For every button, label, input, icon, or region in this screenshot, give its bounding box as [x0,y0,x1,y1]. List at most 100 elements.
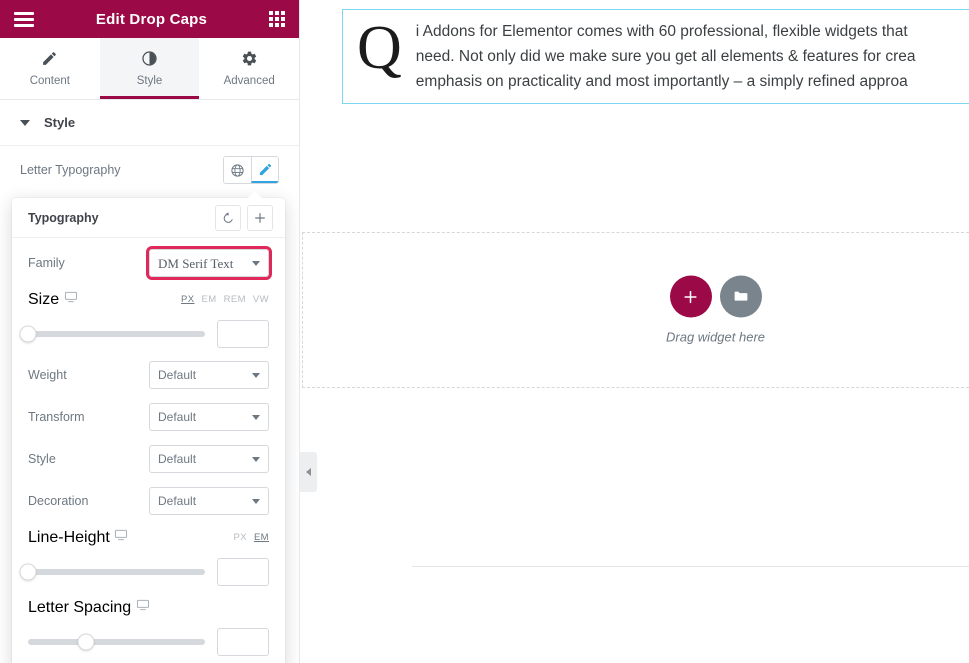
style-select-wrapper: Default [149,445,269,473]
globe-icon-button[interactable] [224,157,251,183]
section-style-title: Style [44,115,76,130]
apps-grid-button[interactable] [269,11,285,27]
decoration-label: Decoration [28,494,89,508]
size-unit-px[interactable]: PX [181,294,194,305]
tab-advanced-label: Advanced [223,75,275,87]
line-height-input[interactable] [217,558,269,586]
style-select[interactable]: Default [149,445,269,473]
letter-typography-label: Letter Typography [20,163,121,177]
letter-spacing-label: Letter Spacing [28,598,150,617]
line-height-unit-em[interactable]: EM [254,532,269,543]
field-transform: Transform Default [28,396,269,438]
folder-icon [734,291,747,301]
template-library-button[interactable] [719,275,762,318]
line-height-label: Line-Height [28,528,128,547]
field-size-slider-row [19,314,269,354]
size-unit-rem[interactable]: REM [224,294,246,305]
field-size-header: Size PX EM REM VW [28,284,269,314]
contrast-half-circle-icon [142,51,157,66]
globe-icon [231,163,244,177]
canvas-divider [412,566,969,567]
dropcap-widget[interactable]: Q i Addons for Elementor comes with 60 p… [342,9,969,105]
size-slider-thumb[interactable] [19,325,37,343]
widget-dropzone[interactable]: Drag widget here [302,232,969,388]
letter-spacing-input[interactable] [217,628,269,656]
typography-add-button[interactable] [247,204,273,231]
hamburger-menu-button[interactable] [14,11,34,27]
family-label: Family [28,256,65,270]
plus-icon [684,290,697,303]
typography-edit-button[interactable] [251,157,278,183]
letter-spacing-slider-track[interactable] [28,633,205,651]
letter-typography-row: Letter Typography [0,146,299,194]
dropcap-line: need. Not only did we make sure you get … [415,48,916,66]
line-height-units: PX EM [233,532,269,543]
editor-panel: Edit Drop Caps Content Style Advanced St… [0,0,300,663]
field-letter-spacing-header: Letter Spacing [28,592,269,622]
desktop-monitor-icon[interactable] [114,528,128,542]
dropcap-paragraph: i Addons for Elementor comes with 60 pro… [416,19,916,94]
section-style-header[interactable]: Style [0,100,299,146]
dropcap-letter: Q [357,14,402,82]
plus-icon [255,212,265,223]
family-select[interactable]: DM Serif Text [149,249,269,277]
panel-collapse-handle[interactable] [300,452,317,492]
size-units: PX EM REM VW [181,294,269,305]
size-unit-vw[interactable]: VW [253,294,269,305]
style-label: Style [28,452,56,466]
family-select-wrapper: DM Serif Text [146,246,272,280]
desktop-monitor-icon[interactable] [64,290,78,304]
dropzone-label: Drag widget here [666,329,765,345]
gear-icon [242,51,256,66]
size-label: Size [28,290,78,309]
decoration-select[interactable]: Default [149,487,269,515]
transform-select-wrapper: Default [149,403,269,431]
size-slider-track[interactable] [19,325,205,343]
chevron-left-icon [306,468,311,476]
transform-label: Transform [28,410,85,424]
pencil-icon [43,52,57,65]
size-input[interactable] [217,320,269,348]
panel-header: Edit Drop Caps [0,0,299,38]
field-weight: Weight Default [28,354,269,396]
field-line-height-slider-row [19,552,269,592]
panel-title: Edit Drop Caps [95,10,208,28]
dropcap-line: emphasis on practicality and most import… [415,73,908,91]
dropcap-line: i Addons for Elementor comes with 60 pro… [415,23,908,40]
transform-select[interactable]: Default [149,403,269,431]
chevron-down-icon [20,119,30,126]
reset-undo-icon [223,211,233,223]
typography-popup-actions [215,204,273,231]
line-height-label-text: Line-Height [28,528,110,546]
line-height-unit-px[interactable]: PX [233,532,246,543]
dropzone-buttons [669,275,762,318]
tab-content[interactable]: Content [0,38,100,99]
typography-popup-title: Typography [28,210,99,225]
line-height-slider-thumb[interactable] [19,563,37,581]
tab-style[interactable]: Style [99,38,200,99]
typography-reset-button[interactable] [215,204,241,231]
pencil-edit-icon [259,163,271,175]
line-height-slider-track[interactable] [19,563,205,581]
grid-apps-icon [269,11,285,27]
field-line-height-header: Line-Height PX EM [28,522,269,552]
hamburger-icon [14,11,34,27]
weight-label: Weight [28,368,67,382]
field-letter-spacing-slider-row [28,622,269,662]
elementor-editor: Edit Drop Caps Content Style Advanced St… [0,0,969,663]
weight-select-wrapper: Default [149,361,269,389]
letter-spacing-label-text: Letter Spacing [28,598,132,616]
letter-spacing-slider-thumb[interactable] [77,633,95,651]
tab-advanced[interactable]: Advanced [199,38,299,99]
field-family: Family DM Serif Text [28,242,272,284]
decoration-select-wrapper: Default [149,487,269,515]
typography-popup-header: Typography [12,198,285,238]
weight-select[interactable]: Default [149,361,269,389]
tab-content-label: Content [29,75,70,87]
add-widget-button[interactable] [669,275,712,318]
panel-tabs: Content Style Advanced [0,38,299,100]
typography-popup: Typography Family DM Serif Text Size PX … [12,191,285,663]
size-unit-em[interactable]: EM [202,294,217,305]
size-label-text: Size [28,290,60,308]
desktop-monitor-icon[interactable] [136,598,150,612]
